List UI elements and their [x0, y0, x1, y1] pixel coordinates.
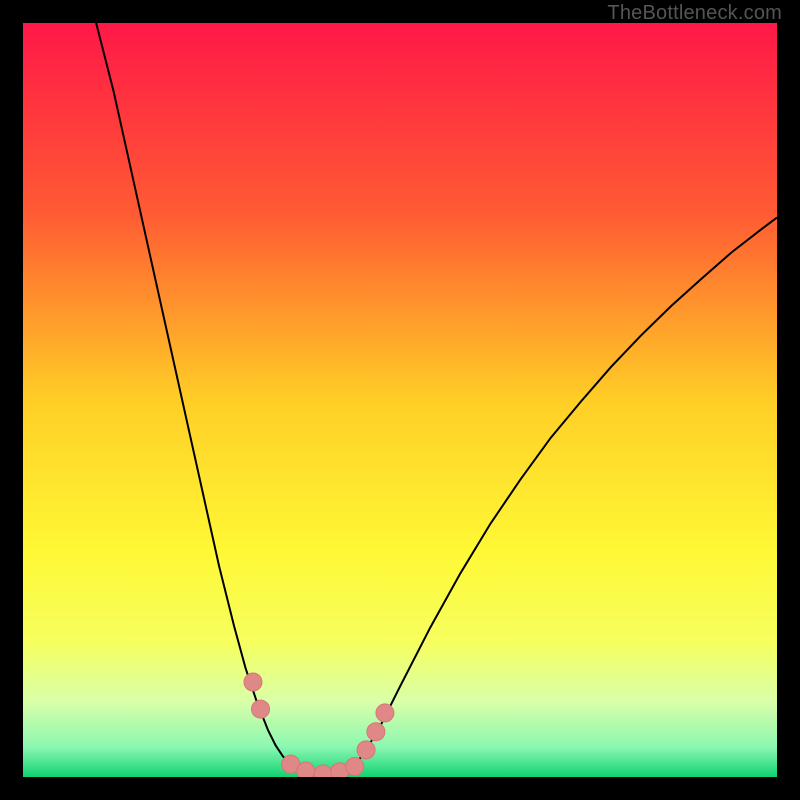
gradient-background	[23, 23, 777, 777]
watermark-text: TheBottleneck.com	[607, 2, 782, 25]
data-marker	[367, 723, 385, 741]
chart-svg	[23, 23, 777, 777]
data-marker	[252, 700, 270, 718]
data-marker	[346, 757, 364, 775]
data-marker	[244, 673, 262, 691]
data-marker	[357, 741, 375, 759]
plot-area	[23, 23, 777, 777]
chart-frame: TheBottleneck.com	[0, 0, 800, 800]
data-marker	[297, 762, 315, 777]
data-marker	[376, 704, 394, 722]
